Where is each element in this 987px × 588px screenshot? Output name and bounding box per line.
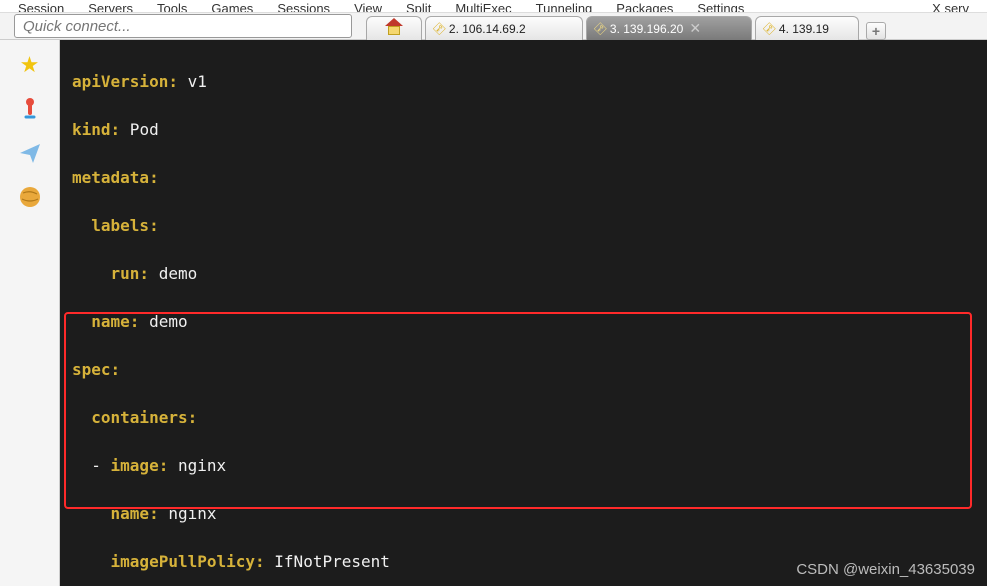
plus-icon: + bbox=[872, 23, 880, 39]
tab-label: 3. 139.196.20 bbox=[610, 22, 683, 36]
watermark: CSDN @weixin_43635039 bbox=[796, 558, 975, 582]
key-icon bbox=[760, 19, 778, 37]
close-icon[interactable]: ✕ bbox=[689, 20, 701, 37]
tab-3-active[interactable]: 3. 139.196.20 ✕ bbox=[586, 16, 752, 40]
terminal[interactable]: apiVersion: v1 kind: Pod metadata: label… bbox=[60, 40, 987, 586]
menu-session[interactable]: Session bbox=[18, 6, 64, 12]
tab-strip: 2. 106.14.69.2 3. 139.196.20 ✕ 4. 139.19… bbox=[366, 12, 886, 40]
top-row: 2. 106.14.69.2 3. 139.196.20 ✕ 4. 139.19… bbox=[0, 12, 987, 40]
menu-tools[interactable]: Tools bbox=[157, 6, 187, 12]
menu-servers[interactable]: Servers bbox=[88, 6, 133, 12]
tab-label: 4. 139.19 bbox=[779, 22, 829, 36]
tool-icon[interactable] bbox=[15, 94, 45, 124]
tab-home[interactable] bbox=[366, 16, 422, 40]
menubar: Session Servers Tools Games Sessions Vie… bbox=[0, 0, 987, 12]
tab-2[interactable]: 2. 106.14.69.2 bbox=[425, 16, 583, 40]
workspace: ★ apiVersion: v1 kind: Pod metadata: lab… bbox=[0, 40, 987, 586]
quick-connect-input[interactable] bbox=[14, 14, 352, 38]
menu-games[interactable]: Games bbox=[211, 6, 253, 12]
home-icon bbox=[385, 21, 403, 37]
key-icon bbox=[591, 19, 609, 37]
tab-label: 2. 106.14.69.2 bbox=[449, 22, 526, 36]
sidebar: ★ bbox=[0, 40, 60, 586]
globe-icon[interactable] bbox=[15, 182, 45, 212]
new-tab-button[interactable]: + bbox=[866, 22, 886, 40]
menu-sessions[interactable]: Sessions bbox=[277, 6, 330, 12]
key-icon bbox=[430, 19, 448, 37]
menu-right-trunc: X serv bbox=[932, 6, 969, 12]
star-icon[interactable]: ★ bbox=[15, 50, 45, 80]
tab-4[interactable]: 4. 139.19 bbox=[755, 16, 859, 40]
send-icon[interactable] bbox=[15, 138, 45, 168]
